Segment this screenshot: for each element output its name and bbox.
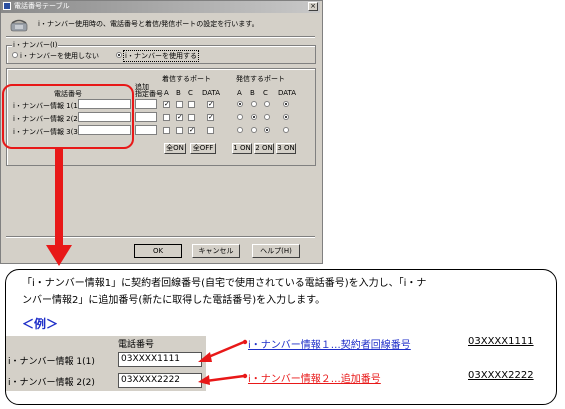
note-2-label: i・ナンバー情報２…追加番号: [248, 374, 381, 385]
cancel-button[interactable]: キャンセル: [192, 244, 240, 258]
incoming-a-1[interactable]: [163, 100, 170, 108]
incoming-c-3[interactable]: [188, 126, 195, 134]
port-c-label: C: [188, 89, 193, 97]
outgoing-b-2[interactable]: [251, 114, 257, 120]
help-button[interactable]: ヘルプ(H): [252, 244, 300, 258]
close-button[interactable]: ×: [308, 2, 318, 11]
out-port-b-label: B: [250, 89, 255, 97]
out-port-data-label: DATA: [278, 89, 297, 97]
outgoing-c-1[interactable]: [264, 101, 270, 107]
port-data-label: DATA: [202, 89, 221, 97]
extra-number-input-3[interactable]: [135, 125, 157, 135]
incoming-b-1[interactable]: [176, 101, 183, 108]
highlight-outline: [2, 84, 134, 149]
note-1-label: i・ナンバー情報１…契約者回線番号: [248, 340, 411, 351]
out-1-on-button[interactable]: 1 ON: [232, 143, 252, 154]
incoming-b-2[interactable]: [176, 113, 183, 121]
out-2-on-button[interactable]: 2 ON: [254, 143, 274, 154]
outgoing-c-2[interactable]: [264, 114, 270, 120]
incoming-data-3[interactable]: [207, 127, 214, 134]
incoming-c-1[interactable]: [188, 101, 195, 108]
extra-number-input-1[interactable]: [135, 99, 157, 109]
inumber-group-label: i・ナンバー(I): [12, 40, 59, 50]
example-row-label-1: i・ナンバー情報 1(1): [8, 357, 95, 367]
incoming-a-2[interactable]: [163, 114, 170, 121]
example-pointer-arrows: [198, 339, 248, 385]
out-3-on-button[interactable]: 3 ON: [276, 143, 296, 154]
dialog-description: i・ナンバー使用時の、電話番号と着信/発信ポートの設定を行います。: [38, 20, 259, 28]
down-arrow-icon: [46, 245, 72, 266]
instruction-line-1: 「i・ナンバー情報1」に契約者回線番号(自宅で使用されている電話番号)を入力し、…: [22, 278, 427, 289]
down-arrow-shaft: [55, 149, 63, 245]
note-1-value: 03XXXX1111: [468, 336, 534, 347]
telephone-icon: [10, 19, 28, 32]
radio-inumber-on-label: i・ナンバーを使用する: [123, 50, 199, 62]
all-off-button[interactable]: 全OFF: [190, 143, 216, 154]
note-2-value: 03XXXX2222: [468, 370, 534, 381]
radio-inumber-off-label: i・ナンバーを使用しない: [20, 52, 99, 60]
radio-inumber-off[interactable]: [12, 52, 18, 58]
example-row-label-2: i・ナンバー情報 2(2): [8, 378, 95, 388]
incoming-data-1[interactable]: [207, 100, 214, 108]
incoming-c-2[interactable]: [188, 114, 195, 121]
outgoing-a-2[interactable]: [237, 114, 243, 120]
incoming-b-3[interactable]: [176, 127, 183, 134]
port-a-label: A: [164, 89, 169, 97]
app-icon: [3, 2, 11, 10]
extra-number-input-2[interactable]: [135, 112, 157, 122]
example-title: ＜例＞: [22, 317, 59, 331]
out-port-c-label: C: [263, 89, 268, 97]
outgoing-b-3[interactable]: [251, 127, 257, 133]
outgoing-b-1[interactable]: [251, 101, 257, 107]
outgoing-data-1[interactable]: [283, 101, 289, 107]
incoming-data-2[interactable]: [207, 113, 214, 121]
dialog-title: 電話番号テーブル: [14, 2, 70, 10]
ok-button[interactable]: OK: [134, 244, 182, 258]
outgoing-a-3[interactable]: [237, 127, 243, 133]
all-on-button[interactable]: 全ON: [164, 143, 186, 154]
incoming-ports-header: 着信するポート: [162, 75, 211, 83]
port-b-label: B: [176, 89, 181, 97]
instruction-text: 「i・ナンバー情報1」に契約者回線番号(自宅で使用されている電話番号)を入力し、…: [22, 275, 547, 309]
outgoing-ports-header: 発信するポート: [236, 75, 285, 83]
divider: [6, 36, 315, 38]
outgoing-data-2[interactable]: [283, 114, 289, 120]
extra-number-header: 指定番号: [135, 90, 163, 98]
out-port-a-label: A: [237, 89, 242, 97]
radio-inumber-on[interactable]: [116, 52, 122, 58]
outgoing-c-3[interactable]: [264, 127, 270, 133]
instruction-line-2: ンバー情報2」に追加番号(新たに取得した電話番号)を入力します。: [22, 295, 326, 306]
outgoing-data-3[interactable]: [283, 127, 289, 133]
outgoing-a-1[interactable]: [237, 101, 243, 107]
footer-divider: [6, 236, 315, 238]
incoming-a-3[interactable]: [163, 127, 170, 134]
example-phone-header: 電話番号: [118, 340, 155, 350]
